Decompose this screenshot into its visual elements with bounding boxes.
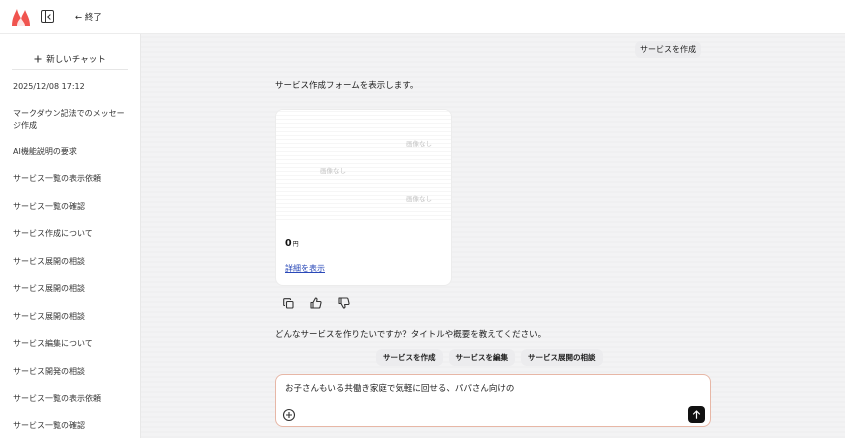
sidebar-item-4[interactable]: サービス一覧の確認	[13, 201, 131, 213]
image-placeholder-text: 画像なし	[406, 195, 432, 203]
sidebar-item-7[interactable]: サービス展開の相談	[13, 283, 131, 295]
sidebar-item-0[interactable]: 2025/12/08 17:12	[13, 81, 131, 93]
message-composer[interactable]: お子さんもいる共働き家庭で気軽に回せる、パパさん向けの	[275, 374, 711, 427]
card-price: 0円	[285, 238, 299, 249]
detail-link[interactable]: 詳細を表示	[285, 263, 325, 274]
sidebar-item-3[interactable]: サービス一覧の表示依頼	[13, 173, 131, 185]
assistant-message: サービス作成フォームを表示します。	[275, 81, 419, 91]
copy-icon[interactable]	[281, 296, 295, 310]
sidebar: 新しいチャット 2025/12/08 17:12 マークダウン記法でのメッセージ…	[0, 34, 141, 438]
thumbs-down-icon[interactable]	[337, 296, 351, 310]
plus-icon	[34, 55, 42, 62]
sidebar-item-5[interactable]: サービス作成について	[13, 228, 131, 240]
card-image-placeholder: 画像なし 画像なし 画像なし	[276, 110, 451, 220]
sidebar-item-10[interactable]: サービス開発の相談	[13, 366, 131, 378]
send-icon	[692, 410, 701, 419]
service-card[interactable]: 画像なし 画像なし 画像なし 0円 詳細を表示	[275, 109, 452, 286]
suggestion-chip[interactable]: サービスを作成	[376, 349, 443, 366]
sidebar-item-12[interactable]: サービス一覧の確認	[13, 420, 131, 432]
sidebar-item-2[interactable]: AI機能説明の要求	[13, 146, 131, 158]
suggestion-chips: サービスを作成 サービスを編集 サービス展開の相談	[376, 349, 603, 366]
sidebar-toggle-icon[interactable]	[41, 10, 54, 23]
image-placeholder-text: 画像なし	[406, 140, 432, 148]
sidebar-item-11[interactable]: サービス一覧の表示依頼	[13, 393, 131, 405]
price-unit: 円	[292, 241, 299, 248]
thumbs-up-icon[interactable]	[309, 296, 323, 310]
image-placeholder-text: 画像なし	[320, 167, 346, 175]
message-actions	[281, 296, 351, 310]
exit-button[interactable]: ← 終了	[75, 11, 102, 23]
top-bar: ← 終了	[0, 0, 845, 34]
chat-area: サービスを作成 サービス作成フォームを表示します。 画像なし 画像なし 画像なし…	[141, 34, 845, 438]
logo-icon[interactable]	[10, 6, 32, 28]
suggestion-chip[interactable]: サービスを編集	[448, 349, 515, 366]
sidebar-item-9[interactable]: サービス編集について	[13, 338, 131, 350]
suggestion-chip[interactable]: サービス展開の相談	[521, 349, 603, 366]
exit-label: ← 終了	[75, 13, 102, 23]
sidebar-item-1[interactable]: マークダウン記法でのメッセージ作成	[13, 108, 131, 132]
sidebar-item-6[interactable]: サービス展開の相談	[13, 256, 131, 268]
new-chat-button[interactable]: 新しいチャット	[12, 48, 128, 70]
assistant-question: どんなサービスを作りたいですか？タイトルや概要を教えてください。	[275, 330, 547, 340]
sidebar-item-8[interactable]: サービス展開の相談	[13, 311, 131, 323]
price-value: 0	[285, 238, 292, 249]
send-button[interactable]	[688, 406, 705, 423]
user-message: サービスを作成	[635, 41, 701, 58]
attach-icon[interactable]	[282, 408, 296, 422]
message-input[interactable]: お子さんもいる共働き家庭で気軽に回せる、パパさん向けの	[285, 382, 514, 394]
new-chat-label: 新しいチャット	[46, 54, 106, 65]
